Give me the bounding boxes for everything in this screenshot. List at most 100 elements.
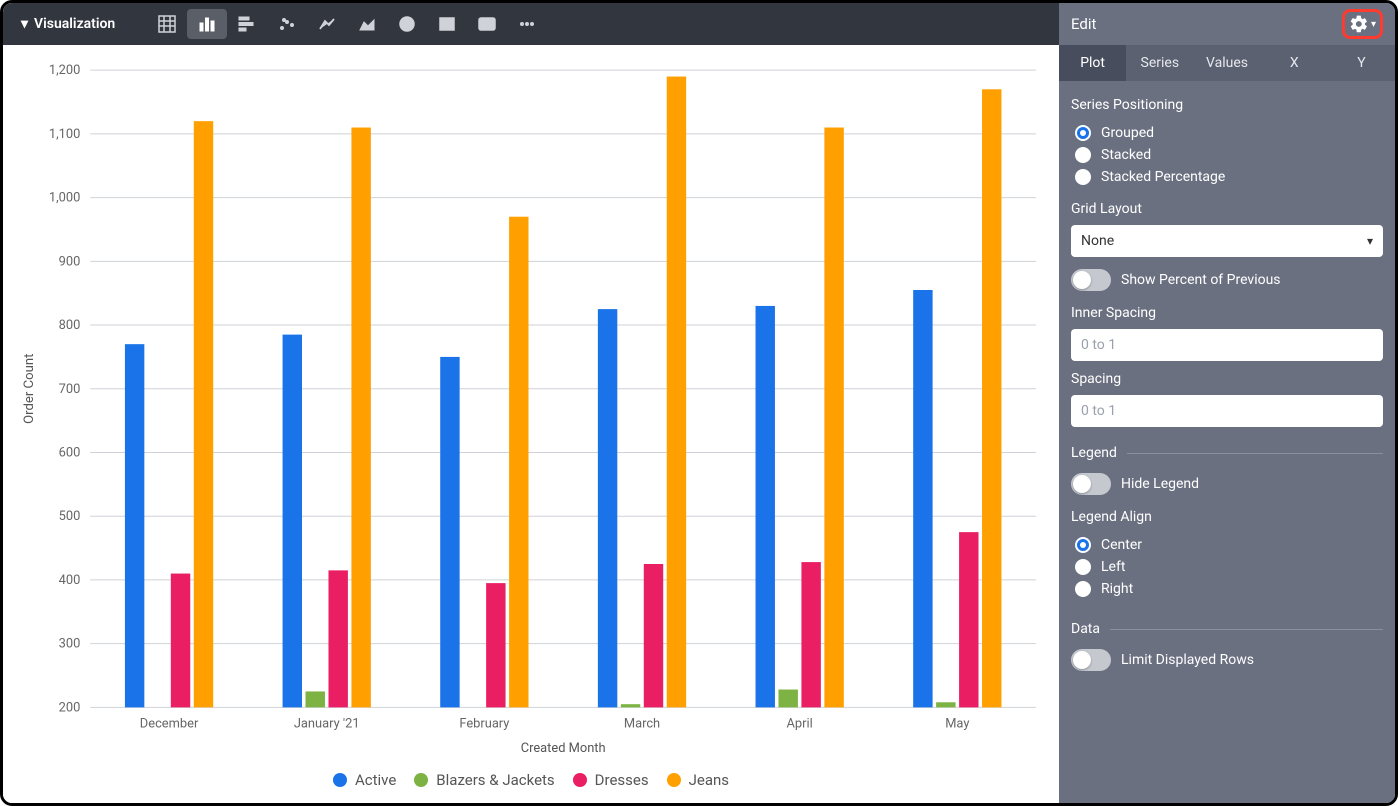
limit-rows-toggle-row[interactable]: Limit Displayed Rows <box>1071 645 1383 675</box>
legend-label: Blazers & Jackets <box>436 771 554 789</box>
edit-panel: Edit ▾ PlotSeriesValuesXY Series Positio… <box>1059 3 1395 803</box>
column-chart-icon[interactable] <box>187 9 227 39</box>
bar[interactable] <box>283 335 302 708</box>
svg-text:1,000: 1,000 <box>49 191 80 206</box>
bar[interactable] <box>667 77 686 708</box>
show-percent-toggle[interactable] <box>1071 269 1111 291</box>
legend-section-label: Legend <box>1071 445 1117 461</box>
bar[interactable] <box>171 574 190 708</box>
bar[interactable] <box>509 217 528 708</box>
bar[interactable] <box>801 562 820 707</box>
svg-text:May: May <box>945 716 969 731</box>
radio-icon <box>1075 559 1091 575</box>
radio-icon <box>1075 169 1091 185</box>
legend-swatch-icon <box>414 773 428 787</box>
radio-icon <box>1075 125 1091 141</box>
series-positioning-option-stacked-percentage[interactable]: Stacked Percentage <box>1075 169 1383 185</box>
svg-text:December: December <box>140 716 199 731</box>
bar[interactable] <box>486 583 505 707</box>
svg-text:Created Month: Created Month <box>521 741 606 756</box>
data-section-divider: Data <box>1071 621 1383 637</box>
chart-area: 2003004005006007008009001,0001,1001,200O… <box>3 45 1059 803</box>
legend-align-option-center[interactable]: Center <box>1075 537 1383 553</box>
limit-rows-toggle[interactable] <box>1071 649 1111 671</box>
radio-icon <box>1075 147 1091 163</box>
data-section-label: Data <box>1071 621 1100 637</box>
grid-layout-label: Grid Layout <box>1071 201 1383 217</box>
app-root: ▾ Visualization <box>0 0 1398 806</box>
legend-item-jeans[interactable]: Jeans <box>667 771 729 789</box>
bar[interactable] <box>936 702 955 707</box>
bar[interactable] <box>194 121 213 707</box>
visualization-dropdown[interactable]: ▾ Visualization <box>13 16 123 32</box>
bar[interactable] <box>778 690 797 708</box>
legend-item-active[interactable]: Active <box>333 771 396 789</box>
tab-y[interactable]: Y <box>1328 45 1395 81</box>
settings-gear-button[interactable]: ▾ <box>1342 9 1383 39</box>
tab-values[interactable]: Values <box>1193 45 1260 81</box>
legend-item-blazers-jackets[interactable]: Blazers & Jackets <box>414 771 554 789</box>
legend-section-divider: Legend <box>1071 445 1383 461</box>
show-percent-label: Show Percent of Previous <box>1121 272 1281 288</box>
spacing-input[interactable] <box>1071 395 1383 427</box>
bar[interactable] <box>125 344 144 707</box>
bar[interactable] <box>306 691 325 707</box>
pie-chart-icon[interactable] <box>387 9 427 39</box>
bar[interactable] <box>644 564 663 707</box>
visualization-title: Visualization <box>34 16 115 32</box>
area-chart-icon[interactable] <box>347 9 387 39</box>
hide-legend-toggle-row[interactable]: Hide Legend <box>1071 469 1383 499</box>
svg-text:January '21: January '21 <box>294 716 360 731</box>
radio-label: Left <box>1101 559 1125 575</box>
select-caret-icon: ▾ <box>1367 234 1373 248</box>
radio-label: Right <box>1101 581 1133 597</box>
bar[interactable] <box>351 128 370 708</box>
hide-legend-toggle[interactable] <box>1071 473 1111 495</box>
series-positioning-option-grouped[interactable]: Grouped <box>1075 125 1383 141</box>
radio-label: Center <box>1101 537 1142 553</box>
line-chart-icon[interactable] <box>307 9 347 39</box>
bar-chart-icon[interactable] <box>227 9 267 39</box>
caret-down-icon: ▾ <box>21 16 28 32</box>
legend-swatch-icon <box>667 773 681 787</box>
svg-text:400: 400 <box>59 573 81 588</box>
svg-text:300: 300 <box>59 637 81 652</box>
bar[interactable] <box>328 570 347 707</box>
radio-icon <box>1075 581 1091 597</box>
scatter-chart-icon[interactable] <box>267 9 307 39</box>
legend-align-group: Center Left Right <box>1071 533 1383 603</box>
bar[interactable] <box>621 704 640 707</box>
map-chart-icon[interactable] <box>427 9 467 39</box>
hide-legend-label: Hide Legend <box>1121 476 1199 492</box>
tab-series[interactable]: Series <box>1126 45 1193 81</box>
table-view-icon[interactable] <box>147 9 187 39</box>
edit-tabs: PlotSeriesValuesXY <box>1059 45 1395 81</box>
grid-layout-select[interactable]: None ▾ <box>1071 225 1383 257</box>
bar[interactable] <box>756 306 775 707</box>
svg-text:500: 500 <box>59 509 81 524</box>
inner-spacing-input[interactable] <box>1071 329 1383 361</box>
tab-plot[interactable]: Plot <box>1059 45 1126 81</box>
single-value-icon[interactable]: 6 <box>467 9 507 39</box>
bar[interactable] <box>824 128 843 708</box>
legend-label: Dresses <box>595 771 649 789</box>
show-percent-toggle-row[interactable]: Show Percent of Previous <box>1071 265 1383 295</box>
legend-label: Active <box>355 771 396 789</box>
bar[interactable] <box>440 357 459 707</box>
more-icon[interactable] <box>507 9 547 39</box>
bar[interactable] <box>959 532 978 707</box>
bar[interactable] <box>982 89 1001 707</box>
legend-item-dresses[interactable]: Dresses <box>573 771 649 789</box>
svg-text:February: February <box>459 716 509 731</box>
series-positioning-option-stacked[interactable]: Stacked <box>1075 147 1383 163</box>
bar[interactable] <box>913 290 932 707</box>
legend-align-label: Legend Align <box>1071 509 1383 525</box>
bar[interactable] <box>598 309 617 707</box>
chart-legend: Active Blazers & Jackets Dresses Jeans <box>11 763 1051 799</box>
tab-x[interactable]: X <box>1261 45 1328 81</box>
legend-align-option-left[interactable]: Left <box>1075 559 1383 575</box>
grid-layout-value: None <box>1081 233 1114 249</box>
svg-text:1,100: 1,100 <box>49 127 80 142</box>
radio-label: Stacked Percentage <box>1101 169 1225 185</box>
legend-align-option-right[interactable]: Right <box>1075 581 1383 597</box>
